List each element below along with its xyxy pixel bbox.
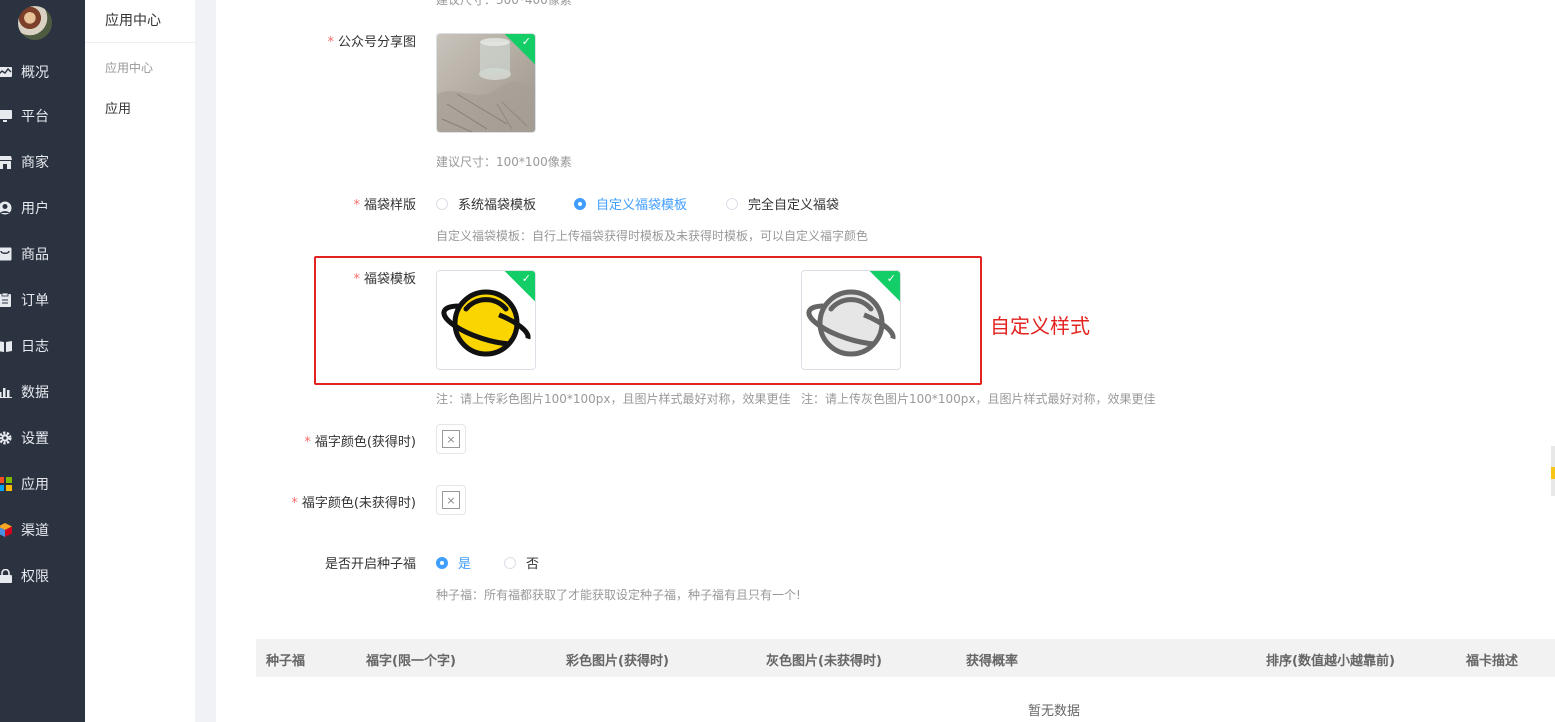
empty-color-icon: × [442, 491, 460, 509]
sidebar-item-label: 数据 [21, 385, 49, 401]
sidebar-item-label: 权限 [21, 569, 49, 585]
sidebar-item-label: 订单 [21, 293, 49, 309]
color-picker-not[interactable]: × [436, 485, 466, 515]
table-empty-text: 暂无数据 [1028, 704, 1081, 719]
dashboard-icon [0, 65, 12, 79]
sidebar-item-platform[interactable]: 平台 [0, 96, 85, 136]
radio-dot [436, 197, 448, 210]
empty-color-icon: × [442, 430, 460, 448]
sidebar-item-channel[interactable]: 渠道 [0, 510, 85, 550]
gray-image-upload[interactable]: ✓ [801, 270, 901, 370]
bag-style-label: * 福袋样版 [353, 198, 416, 213]
radio-dot [504, 556, 516, 569]
order-icon [0, 293, 12, 307]
sidebar-item-user[interactable]: 用户 [0, 188, 85, 228]
size-hint-partial: 建议尺寸：300*400像素 [436, 0, 572, 7]
table-header: 种子福 福字(限一个字) 彩色图片(获得时) 灰色图片(未获得时) 获得概率 排… [256, 639, 1555, 677]
sidebar-item-label: 应用 [21, 477, 49, 493]
sub-sidebar-title: 应用中心 [105, 13, 161, 29]
sidebar-item-label: 商品 [21, 247, 49, 263]
column-header: 福卡描述 [1466, 654, 1519, 669]
share-image-hint: 建议尺寸：100*100像素 [436, 155, 572, 169]
sidebar-item-label: 渠道 [21, 523, 49, 539]
avatar[interactable] [18, 6, 52, 40]
sub-sidebar-item-apps[interactable]: 应用 [105, 98, 131, 117]
floating-tool-edge[interactable] [1551, 446, 1555, 496]
store-icon [0, 155, 12, 169]
apps-icon [0, 477, 12, 491]
share-image-label: * 公众号分享图 [327, 35, 416, 50]
sidebar-item-label: 平台 [21, 109, 49, 125]
sidebar-item-label: 用户 [21, 201, 49, 217]
log-icon [0, 339, 12, 353]
channel-icon [0, 523, 12, 537]
sidebar-item-label: 日志 [21, 339, 49, 355]
char-color-not-label: * 福字颜色(未获得时) [291, 496, 416, 511]
column-header: 种子福 [266, 654, 306, 669]
radio-system-template[interactable]: 系统福袋模板 [436, 194, 536, 213]
sidebar-item-apps[interactable]: 应用 [0, 464, 85, 504]
color-picker-got[interactable]: × [436, 424, 466, 454]
share-image-upload[interactable]: ✓ [436, 33, 536, 133]
column-header: 彩色图片(获得时) [566, 654, 669, 669]
goods-icon [0, 247, 12, 261]
sidebar-item-data[interactable]: 数据 [0, 372, 85, 412]
check-icon: ✓ [521, 35, 531, 48]
seed-label: 是否开启种子福 [324, 557, 416, 572]
chart-icon [0, 385, 12, 399]
annotation-text: 自定义样式 [990, 314, 1090, 338]
sidebar-item-settings[interactable]: 设置 [0, 418, 85, 458]
radio-dot [436, 556, 448, 569]
sidebar-item-label: 概况 [21, 65, 49, 81]
color-image-hint: 注：请上传彩色图片100*100px，且图片样式最好对称，效果更佳 [436, 392, 791, 406]
sidebar-item-overview[interactable]: 概况 [0, 52, 85, 92]
divider [85, 42, 195, 43]
radio-dot [574, 197, 586, 210]
sidebar-item-merchant[interactable]: 商家 [0, 142, 85, 182]
column-header: 福字(限一个字) [366, 654, 456, 669]
gray-image-hint: 注：请上传灰色图片100*100px，且图片样式最好对称，效果更佳 [801, 392, 1156, 406]
lock-icon [0, 569, 12, 583]
bag-template-label: * 福袋模板 [353, 272, 416, 287]
main-sidebar: 概况 平台 商家 用户 商品 订单 日志 数据 设置 应用 渠道 权限 [0, 0, 85, 722]
sidebar-item-permission[interactable]: 权限 [0, 556, 85, 596]
sidebar-item-goods[interactable]: 商品 [0, 234, 85, 274]
sidebar-item-order[interactable]: 订单 [0, 280, 85, 320]
sub-sidebar-group-label: 应用中心 [105, 61, 154, 75]
seed-hint: 种子福：所有福都获取了才能获取设定种子福，种子福有且只有一个! [436, 588, 801, 602]
column-header: 排序(数值越小越靠前) [1266, 654, 1395, 669]
radio-custom-template[interactable]: 自定义福袋模板 [574, 194, 687, 213]
radio-seed-no[interactable]: 否 [504, 553, 539, 572]
gear-icon [0, 431, 12, 445]
radio-dot [726, 197, 738, 210]
column-header: 获得概率 [966, 654, 1019, 669]
column-header: 灰色图片(未获得时) [766, 654, 882, 669]
sidebar-item-log[interactable]: 日志 [0, 326, 85, 366]
monitor-icon [0, 109, 12, 123]
check-icon: ✓ [521, 272, 531, 285]
main-content: 建议尺寸：300*400像素 * 公众号分享图 ✓ 建议尺寸：100*100像素 … [216, 0, 1555, 722]
sub-sidebar: 应用中心 应用中心 应用 [85, 0, 195, 722]
radio-full-custom[interactable]: 完全自定义福袋 [726, 194, 839, 213]
bag-style-hint: 自定义福袋模板：自行上传福袋获得时模板及未获得时模板，可以自定义福字颜色 [436, 229, 869, 243]
sidebar-item-label: 设置 [21, 431, 49, 447]
user-icon [0, 201, 12, 215]
sidebar-item-label: 商家 [21, 155, 49, 171]
char-color-got-label: * 福字颜色(获得时) [304, 435, 416, 450]
check-icon: ✓ [886, 272, 896, 285]
radio-seed-yes[interactable]: 是 [436, 553, 471, 572]
color-image-upload[interactable]: ✓ [436, 270, 536, 370]
